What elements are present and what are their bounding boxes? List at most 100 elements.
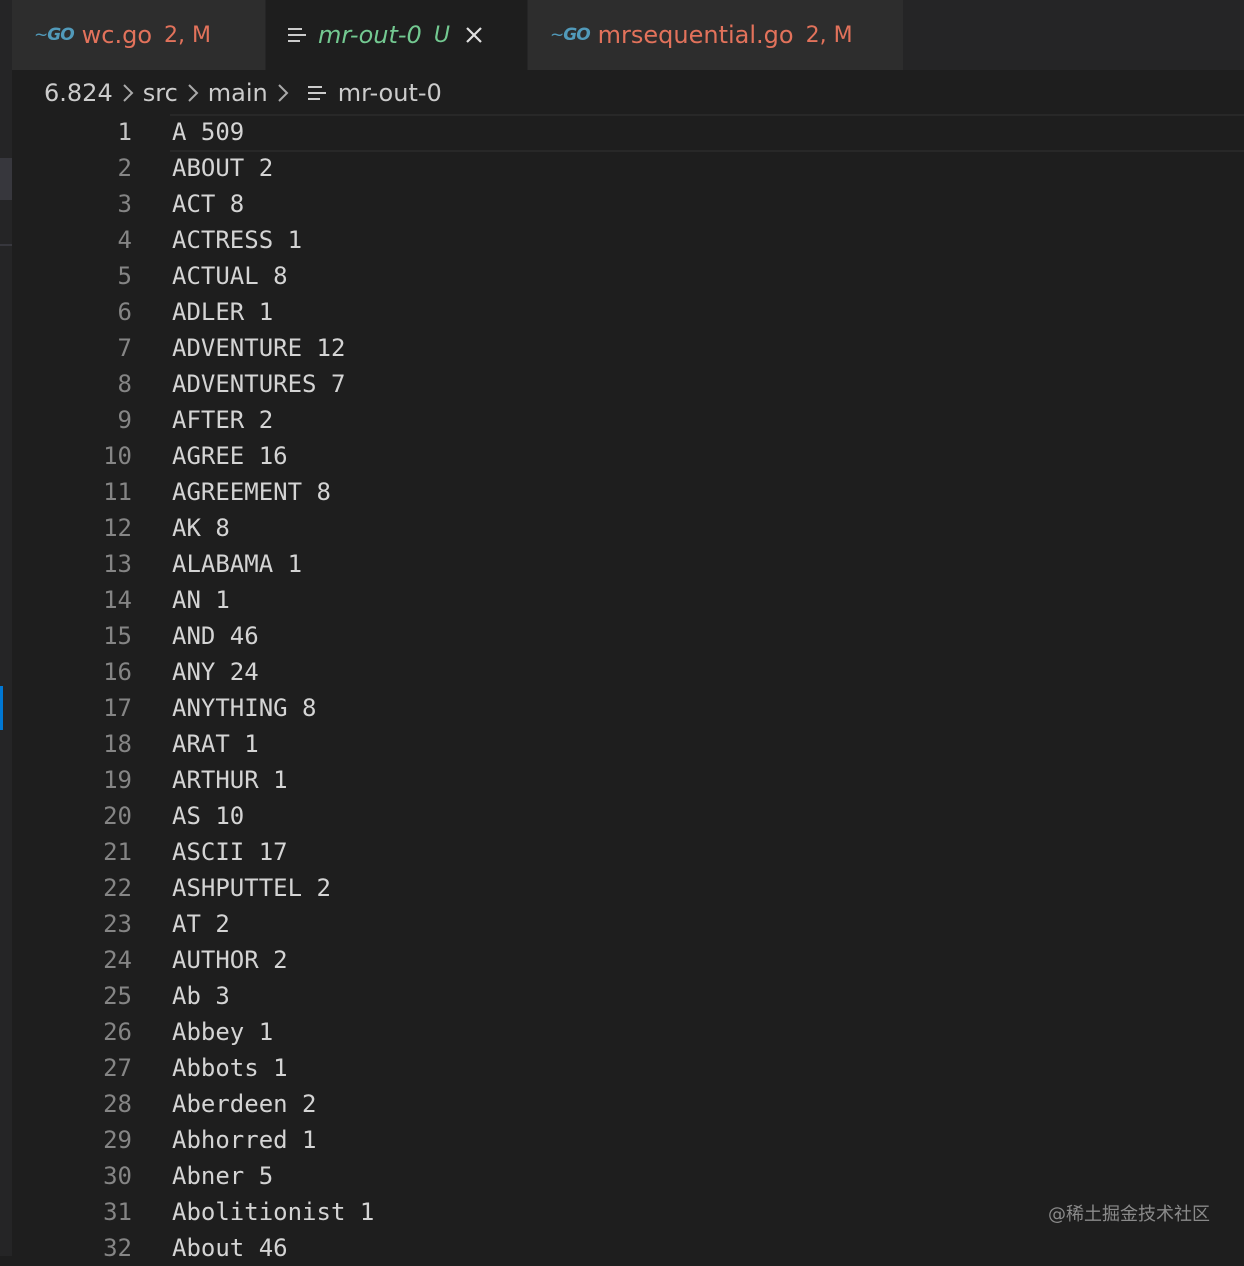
line-number: 5 [117,262,132,290]
line-text: ABOUT 2 [172,154,274,182]
tab-bar: ~GO wc.go 2, M mr-out-0 U ~GO mrsequenti… [12,0,1244,70]
code-line[interactable]: 11 AGREEMENT 8 [12,474,1244,510]
line-text: ARTHUR 1 [172,766,288,794]
code-line[interactable]: 20 AS 10 [12,798,1244,834]
code-line[interactable]: 3 ACT 8 [12,186,1244,222]
code-line[interactable]: 8 ADVENTURES 7 [12,366,1244,402]
line-number: 20 [103,802,132,830]
line-number: 27 [103,1054,132,1082]
line-text: ASHPUTTEL 2 [172,874,331,902]
code-line[interactable]: 12 AK 8 [12,510,1244,546]
line-number: 1 [117,118,132,146]
code-line[interactable]: 26 Abbey 1 [12,1014,1244,1050]
line-text: AK 8 [172,514,230,542]
line-number: 28 [103,1090,132,1118]
line-number: 29 [103,1126,132,1154]
code-line[interactable]: 13 ALABAMA 1 [12,546,1244,582]
activity-strip [0,0,12,1256]
code-line[interactable]: 6 ADLER 1 [12,294,1244,330]
line-number: 13 [103,550,132,578]
watermark: @稀土掘金技术社区 [1048,1204,1210,1225]
line-text: ANYTHING 8 [172,694,317,722]
go-icon: ~GO [34,25,75,45]
line-number: 17 [103,694,132,722]
code-line[interactable]: 2 ABOUT 2 [12,150,1244,186]
line-number: 19 [103,766,132,794]
code-line[interactable]: 5 ACTUAL 8 [12,258,1244,294]
line-text: ANY 24 [172,658,259,686]
code-line[interactable]: 23 AT 2 [12,906,1244,942]
code-line[interactable]: 30 Abner 5 [12,1158,1244,1194]
tab-label: mrsequential.go [597,21,794,49]
tab-wc-go[interactable]: ~GO wc.go 2, M [12,0,266,70]
breadcrumb-item-6824[interactable]: 6.824 [44,79,113,107]
code-line[interactable]: 29 Abhorred 1 [12,1122,1244,1158]
breadcrumb-item-src[interactable]: src [143,79,178,107]
code-line[interactable]: 14 AN 1 [12,582,1244,618]
code-line[interactable]: 7 ADVENTURE 12 [12,330,1244,366]
tab-mrsequential-go[interactable]: ~GO mrsequential.go 2, M [528,0,904,70]
line-text: ALABAMA 1 [172,550,303,578]
line-text: ADVENTURE 12 [172,334,346,362]
line-text: Ab 3 [172,982,230,1010]
lines-icon [307,86,326,100]
code-line[interactable]: 21 ASCII 17 [12,834,1244,870]
line-number: 26 [103,1018,132,1046]
chevron-right-icon [278,84,289,102]
line-number: 32 [103,1234,132,1262]
code-line[interactable]: 10 AGREE 16 [12,438,1244,474]
breadcrumb-item-file[interactable]: mr-out-0 [338,79,442,107]
lines-icon [288,28,306,42]
line-text: AS 10 [172,802,245,830]
chevron-right-icon [188,84,199,102]
code-line[interactable]: 1 A 509 [12,114,1244,150]
line-number: 16 [103,658,132,686]
code-line[interactable]: 25 Ab 3 [12,978,1244,1014]
tab-badge: U [433,22,450,48]
line-text: Aberdeen 2 [172,1090,317,1118]
code-line[interactable]: 15 AND 46 [12,618,1244,654]
code-line[interactable]: 17 ANYTHING 8 [12,690,1244,726]
line-text: ACT 8 [172,190,245,218]
line-number: 23 [103,910,132,938]
line-text: Abbey 1 [172,1018,274,1046]
line-number: 15 [103,622,132,650]
code-line[interactable]: 19 ARTHUR 1 [12,762,1244,798]
code-line[interactable]: 24 AUTHOR 2 [12,942,1244,978]
line-number: 8 [117,370,132,398]
line-text: AND 46 [172,622,259,650]
line-text: About 46 [172,1234,288,1262]
line-number: 22 [103,874,132,902]
chevron-right-icon [123,84,134,102]
code-line[interactable]: 18 ARAT 1 [12,726,1244,762]
code-line[interactable]: 27 Abbots 1 [12,1050,1244,1086]
breadcrumb-item-main[interactable]: main [208,79,268,107]
code-line[interactable]: 4 ACTRESS 1 [12,222,1244,258]
line-number: 24 [103,946,132,974]
editor[interactable]: 1 A 509 2 ABOUT 2 3 ACT 8 4 ACTRESS 1 5 ACTUAL 8 6… [12,114,1244,1262]
tab-badge: 2, M [805,22,853,48]
line-number: 14 [103,586,132,614]
line-text: Abolitionist 1 [172,1198,375,1226]
line-number: 6 [117,298,132,326]
line-text: A 509 [172,118,245,146]
line-number: 4 [117,226,132,254]
line-number: 11 [103,478,132,506]
line-text: ARAT 1 [172,730,259,758]
line-text: AGREEMENT 8 [172,478,331,506]
line-number: 10 [103,442,132,470]
line-text: ASCII 17 [172,838,288,866]
strip-divider [0,244,12,246]
code-line[interactable]: 22 ASHPUTTEL 2 [12,870,1244,906]
code-line[interactable]: 9 AFTER 2 [12,402,1244,438]
line-number: 7 [117,334,132,362]
line-text: AGREE 16 [172,442,288,470]
close-icon[interactable] [464,25,484,45]
code-line[interactable]: 28 Aberdeen 2 [12,1086,1244,1122]
line-number: 30 [103,1162,132,1190]
code-line[interactable]: 16 ANY 24 [12,654,1244,690]
tab-mr-out-0[interactable]: mr-out-0 U [266,0,528,70]
breadcrumb: 6.824 src main mr-out-0 [44,70,442,116]
tab-label: mr-out-0 [318,21,422,49]
code-line[interactable]: 32 About 46 [12,1230,1244,1266]
